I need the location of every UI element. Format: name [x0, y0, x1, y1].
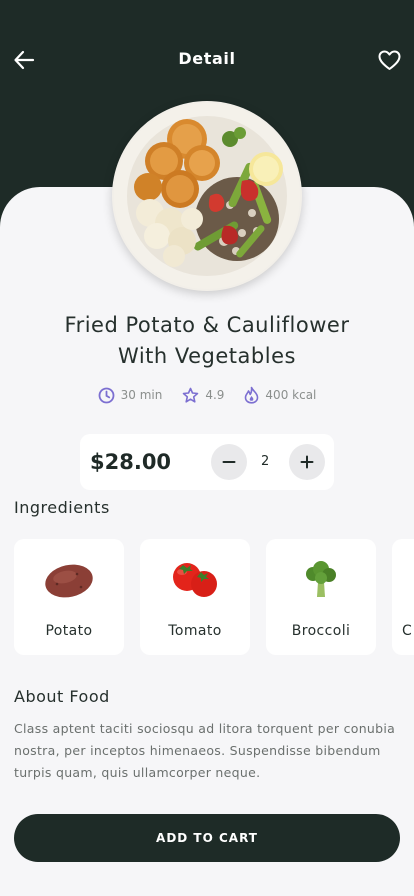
about-title: About Food	[14, 687, 110, 706]
food-title-line-2: With Vegetables	[118, 344, 296, 368]
plus-icon	[300, 455, 314, 469]
page-title: Detail	[178, 49, 236, 68]
ingredient-name: C	[402, 623, 413, 639]
increase-quantity-button[interactable]	[289, 444, 325, 480]
star-icon	[183, 387, 199, 403]
clock-icon	[98, 387, 115, 403]
heart-icon	[378, 50, 400, 70]
ingredients-title: Ingredients	[14, 498, 110, 517]
ingredient-card-tomato[interactable]: Tomato	[140, 539, 250, 655]
decrease-quantity-button[interactable]	[211, 444, 247, 480]
ingredient-card-potato[interactable]: Potato	[14, 539, 124, 655]
rating-value: 4.9	[205, 388, 225, 402]
ingredients-list: Potato Tomato Broccoli C	[14, 539, 414, 655]
cook-time-value: 30 min	[120, 388, 163, 402]
food-title-line-1: Fried Potato & Cauliflower	[64, 313, 350, 337]
food-meta: 30 min 4.9 400 kcal	[0, 386, 414, 404]
broccoli-icon	[306, 561, 336, 597]
calories: 400 kcal	[244, 386, 316, 404]
price-card: $28.00 2	[80, 434, 334, 490]
ingredient-name: Potato	[45, 623, 93, 639]
minus-icon	[222, 461, 236, 463]
calories-value: 400 kcal	[265, 388, 317, 402]
flame-icon	[245, 386, 259, 404]
potato-icon	[45, 564, 93, 598]
ingredient-name: Tomato	[168, 623, 222, 639]
tomato-icon	[173, 563, 217, 597]
ingredient-card-partial[interactable]: C	[392, 539, 414, 655]
food-image	[112, 101, 302, 291]
rating: 4.9	[182, 386, 224, 404]
add-to-cart-button[interactable]: ADD TO CART	[14, 814, 400, 862]
ingredient-card-broccoli[interactable]: Broccoli	[266, 539, 376, 655]
cook-time: 30 min	[98, 386, 163, 404]
ingredient-name: Broccoli	[291, 623, 351, 639]
price: $28.00	[90, 450, 172, 474]
food-title: Fried Potato & Cauliflower With Vegetabl…	[20, 310, 394, 372]
about-description: Class aptent taciti sociosqu ad litora t…	[14, 721, 396, 780]
favorite-button[interactable]	[377, 48, 401, 72]
quantity-value: 2	[261, 454, 270, 469]
